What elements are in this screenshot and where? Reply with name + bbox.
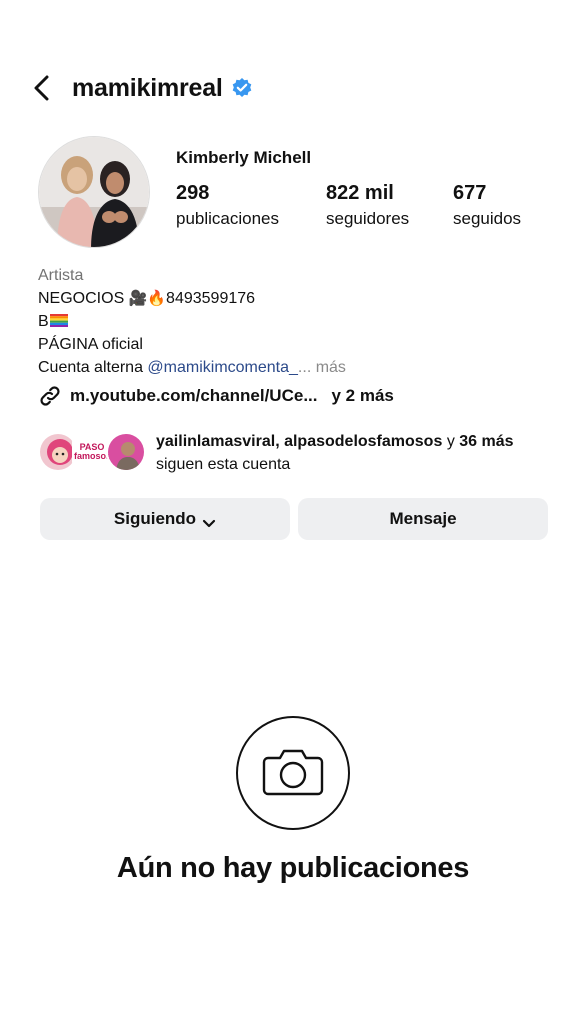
profile-link-more[interactable]: y 2 más xyxy=(332,386,394,406)
bio-more-link[interactable]: ... más xyxy=(298,359,346,376)
following-button-label: Siguiendo xyxy=(113,509,197,528)
stat-posts-value: 298 xyxy=(176,182,210,204)
followed-by-and: y xyxy=(446,433,455,450)
bio-business-text: NEGOCIOS xyxy=(38,290,125,307)
followed-by-suffix: siguen esta cuenta xyxy=(156,456,291,473)
followed-by-more: más xyxy=(481,433,514,450)
avatar[interactable] xyxy=(38,136,150,248)
message-button-label: Mensaje xyxy=(389,509,457,528)
stat-following[interactable]: 677 seguidos xyxy=(453,182,521,229)
bio-line-official: PÁGINA oficial xyxy=(38,336,143,353)
link-icon xyxy=(38,384,62,408)
bio-mention-link[interactable]: @mamikimcomenta_ xyxy=(147,359,298,376)
message-button[interactable]: Mensaje xyxy=(298,498,548,540)
top-bar: mamikimreal xyxy=(30,66,550,110)
profile-header: Kimberly Michell 298 publicaciones 822 m… xyxy=(38,136,538,248)
bio-b-text: B xyxy=(38,313,49,330)
chevron-left-icon[interactable] xyxy=(30,73,54,103)
camera-icon xyxy=(262,746,324,801)
profile-username: mamikimreal xyxy=(72,73,223,102)
stat-followers-label: seguidores xyxy=(326,209,410,228)
stat-following-label: seguidos xyxy=(453,209,522,228)
bio-line-alternate: Cuenta alterna @mamikimcomenta_... más xyxy=(38,356,538,379)
stat-posts[interactable]: 298 publicaciones xyxy=(176,182,279,229)
chevron-down-icon xyxy=(202,514,216,528)
empty-state-camera xyxy=(236,716,350,830)
rainbow-flag-icon xyxy=(49,311,68,327)
bio-line-b: B xyxy=(38,310,538,333)
stat-posts-label: publicaciones xyxy=(176,209,280,228)
empty-state-title: Aún no hay publicaciones xyxy=(116,852,470,884)
bio-line-business: NEGOCIOS 🎥🔥8493599176 xyxy=(38,287,538,310)
bio-category: Artista xyxy=(38,267,84,284)
followed-by-text[interactable]: yailinlamasviral, alpasodelosfamosos y 3… xyxy=(156,430,548,476)
follower-logo-text: PASO famosos xyxy=(74,442,112,461)
following-button[interactable]: Siguiendo xyxy=(40,498,290,540)
bio: Artista NEGOCIOS 🎥🔥8493599176 B PÁGINA o… xyxy=(38,264,538,379)
followed-by-count: 36 xyxy=(459,433,478,450)
followed-by[interactable]: PASO famosos yailinlamasviral, alpasodel… xyxy=(38,430,548,476)
bio-alternate-prefix: Cuenta alterna xyxy=(38,359,143,376)
follower-avatar xyxy=(106,432,146,472)
stat-followers-value: 822 mil xyxy=(326,182,394,204)
stat-following-value: 677 xyxy=(453,182,487,204)
profile-link-url[interactable]: m.youtube.com/channel/UCe... xyxy=(70,386,318,406)
followed-by-names[interactable]: yailinlamasviral, alpasodelosfamosos xyxy=(156,433,442,450)
display-name: Kimberly Michell xyxy=(176,148,312,167)
profile-link-row[interactable]: m.youtube.com/channel/UCe... y 2 más xyxy=(38,384,394,408)
bio-business-emojis: 🎥🔥 xyxy=(128,290,167,307)
bio-phone: 8493599176 xyxy=(166,290,256,307)
stat-followers[interactable]: 822 mil seguidores xyxy=(326,182,409,229)
verified-badge-icon xyxy=(231,77,253,99)
